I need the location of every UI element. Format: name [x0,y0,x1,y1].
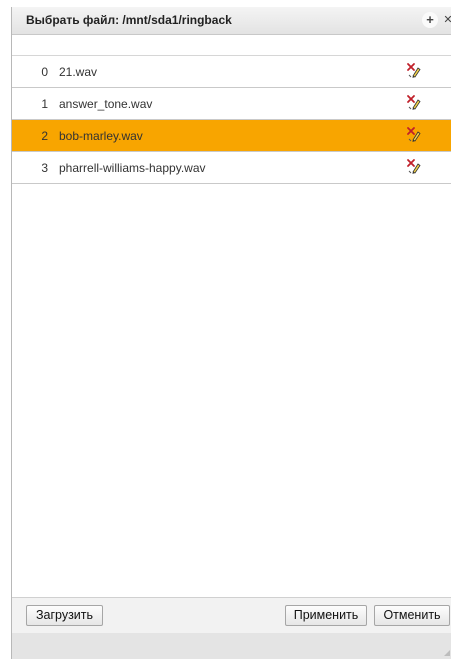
delete-edit-icon[interactable] [405,93,423,111]
file-index: 2 [41,129,48,143]
file-name: pharrell-williams-happy.wav [59,161,206,175]
file-name: 21.wav [59,65,98,79]
plus-icon[interactable]: + [422,12,438,28]
file-row-3[interactable]: 3 pharrell-williams-happy.wav [12,152,451,184]
apply-button[interactable]: Применить [285,605,367,626]
file-list: 0 21.wav 1 answer_tone.wav 2 bob-marley.… [12,56,451,184]
file-index: 0 [41,65,48,79]
dialog-title: Выбрать файл: /mnt/sda1/ringback [26,13,232,27]
resize-handle-icon[interactable] [444,650,450,656]
file-row-2[interactable]: 2 bob-marley.wav [12,120,451,152]
delete-edit-icon[interactable] [405,125,423,143]
file-row-1[interactable]: 1 answer_tone.wav [12,88,451,120]
delete-edit-icon[interactable] [405,157,423,175]
status-bar [12,633,451,659]
file-select-dialog: Выбрать файл: /mnt/sda1/ringback + ✕ 0 2… [11,7,451,659]
cancel-button[interactable]: Отменить [374,605,450,626]
file-index: 3 [41,161,48,175]
dialog-titlebar[interactable]: Выбрать файл: /mnt/sda1/ringback + ✕ [12,7,451,35]
file-row-0[interactable]: 0 21.wav [12,56,451,88]
close-icon[interactable]: ✕ [440,12,451,28]
list-header-bar [12,35,451,56]
dialog-footer: Загрузить Применить Отменить [12,597,451,633]
file-name: answer_tone.wav [59,97,153,111]
file-name: bob-marley.wav [59,129,143,143]
delete-edit-icon[interactable] [405,61,423,79]
file-index: 1 [41,97,48,111]
upload-button[interactable]: Загрузить [26,605,103,626]
